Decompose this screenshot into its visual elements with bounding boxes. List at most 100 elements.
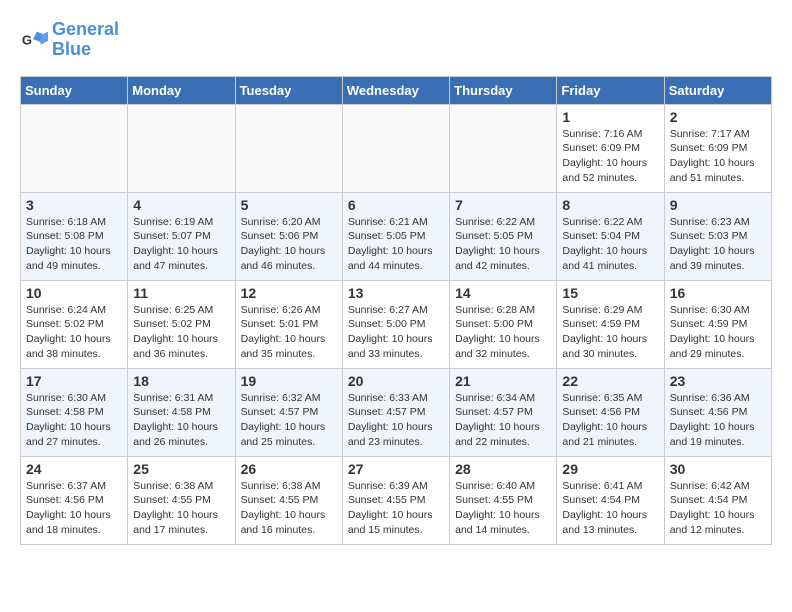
day-number: 10 <box>26 285 122 301</box>
day-info: Sunrise: 6:30 AM Sunset: 4:59 PM Dayligh… <box>670 303 766 362</box>
calendar-cell: 12 Sunrise: 6:26 AM Sunset: 5:01 PM Dayli… <box>235 280 342 368</box>
day-number: 4 <box>133 197 229 213</box>
day-number: 21 <box>455 373 551 389</box>
week-row-2: 3 Sunrise: 6:18 AM Sunset: 5:08 PM Daylig… <box>21 192 772 280</box>
day-number: 23 <box>670 373 766 389</box>
day-info: Sunrise: 6:34 AM Sunset: 4:57 PM Dayligh… <box>455 391 551 450</box>
calendar-cell: 5Sunrise: 6:20 AM Sunset: 5:06 PM Daylig… <box>235 192 342 280</box>
calendar-cell: 17 Sunrise: 6:30 AM Sunset: 4:58 PM Dayli… <box>21 368 128 456</box>
day-number: 15 <box>562 285 658 301</box>
day-number: 3 <box>26 197 122 213</box>
calendar-cell: 15 Sunrise: 6:29 AM Sunset: 4:59 PM Dayli… <box>557 280 664 368</box>
calendar-table: SundayMondayTuesdayWednesdayThursdayFrid… <box>20 76 772 545</box>
day-number: 7 <box>455 197 551 213</box>
day-info: Sunrise: 6:22 AM Sunset: 5:04 PM Dayligh… <box>562 215 658 274</box>
calendar-cell <box>21 104 128 192</box>
calendar-cell: 13 Sunrise: 6:27 AM Sunset: 5:00 PM Dayli… <box>342 280 449 368</box>
header-row: SundayMondayTuesdayWednesdayThursdayFrid… <box>21 76 772 104</box>
day-info: Sunrise: 6:38 AM Sunset: 4:55 PM Dayligh… <box>241 479 337 538</box>
day-number: 22 <box>562 373 658 389</box>
day-number: 13 <box>348 285 444 301</box>
calendar-cell: 8 Sunrise: 6:22 AM Sunset: 5:04 PM Daylig… <box>557 192 664 280</box>
calendar-cell: 9Sunrise: 6:23 AM Sunset: 5:03 PM Daylig… <box>664 192 771 280</box>
calendar-cell: 28 Sunrise: 6:40 AM Sunset: 4:55 PM Dayli… <box>450 456 557 544</box>
day-number: 14 <box>455 285 551 301</box>
day-number: 20 <box>348 373 444 389</box>
day-number: 8 <box>562 197 658 213</box>
day-info: Sunrise: 6:32 AM Sunset: 4:57 PM Dayligh… <box>241 391 337 450</box>
day-info: Sunrise: 7:17 AM Sunset: 6:09 PM Dayligh… <box>670 127 766 186</box>
calendar-cell <box>128 104 235 192</box>
day-number: 16 <box>670 285 766 301</box>
calendar-cell: 24 Sunrise: 6:37 AM Sunset: 4:56 PM Dayli… <box>21 456 128 544</box>
svg-text:G: G <box>22 32 32 47</box>
calendar-cell: 4 Sunrise: 6:19 AM Sunset: 5:07 PM Daylig… <box>128 192 235 280</box>
week-row-4: 17 Sunrise: 6:30 AM Sunset: 4:58 PM Dayli… <box>21 368 772 456</box>
logo-text: General Blue <box>52 20 119 60</box>
calendar-cell: 23Sunrise: 6:36 AM Sunset: 4:56 PM Dayli… <box>664 368 771 456</box>
calendar-cell: 27Sunrise: 6:39 AM Sunset: 4:55 PM Dayli… <box>342 456 449 544</box>
calendar-cell: 6 Sunrise: 6:21 AM Sunset: 5:05 PM Daylig… <box>342 192 449 280</box>
day-info: Sunrise: 6:30 AM Sunset: 4:58 PM Dayligh… <box>26 391 122 450</box>
day-info: Sunrise: 6:22 AM Sunset: 5:05 PM Dayligh… <box>455 215 551 274</box>
day-number: 28 <box>455 461 551 477</box>
calendar-cell <box>450 104 557 192</box>
day-number: 24 <box>26 461 122 477</box>
week-row-1: 1 Sunrise: 7:16 AM Sunset: 6:09 PM Daylig… <box>21 104 772 192</box>
calendar-cell: 20 Sunrise: 6:33 AM Sunset: 4:57 PM Dayli… <box>342 368 449 456</box>
week-row-5: 24 Sunrise: 6:37 AM Sunset: 4:56 PM Dayli… <box>21 456 772 544</box>
calendar-cell: 7 Sunrise: 6:22 AM Sunset: 5:05 PM Daylig… <box>450 192 557 280</box>
header-thursday: Thursday <box>450 76 557 104</box>
logo-icon: G <box>20 26 48 54</box>
day-info: Sunrise: 6:31 AM Sunset: 4:58 PM Dayligh… <box>133 391 229 450</box>
day-info: Sunrise: 6:28 AM Sunset: 5:00 PM Dayligh… <box>455 303 551 362</box>
calendar-cell: 25Sunrise: 6:38 AM Sunset: 4:55 PM Dayli… <box>128 456 235 544</box>
day-info: Sunrise: 6:24 AM Sunset: 5:02 PM Dayligh… <box>26 303 122 362</box>
day-info: Sunrise: 6:23 AM Sunset: 5:03 PM Dayligh… <box>670 215 766 274</box>
calendar-cell: 19 Sunrise: 6:32 AM Sunset: 4:57 PM Dayli… <box>235 368 342 456</box>
calendar-cell: 18 Sunrise: 6:31 AM Sunset: 4:58 PM Dayli… <box>128 368 235 456</box>
header-tuesday: Tuesday <box>235 76 342 104</box>
day-number: 11 <box>133 285 229 301</box>
day-info: Sunrise: 7:16 AM Sunset: 6:09 PM Dayligh… <box>562 127 658 186</box>
calendar-cell: 10 Sunrise: 6:24 AM Sunset: 5:02 PM Dayli… <box>21 280 128 368</box>
day-info: Sunrise: 6:29 AM Sunset: 4:59 PM Dayligh… <box>562 303 658 362</box>
calendar-cell <box>235 104 342 192</box>
week-row-3: 10 Sunrise: 6:24 AM Sunset: 5:02 PM Dayli… <box>21 280 772 368</box>
calendar-cell: 16 Sunrise: 6:30 AM Sunset: 4:59 PM Dayli… <box>664 280 771 368</box>
day-info: Sunrise: 6:37 AM Sunset: 4:56 PM Dayligh… <box>26 479 122 538</box>
calendar-cell: 2 Sunrise: 7:17 AM Sunset: 6:09 PM Daylig… <box>664 104 771 192</box>
day-info: Sunrise: 6:41 AM Sunset: 4:54 PM Dayligh… <box>562 479 658 538</box>
header-wednesday: Wednesday <box>342 76 449 104</box>
day-number: 12 <box>241 285 337 301</box>
header-sunday: Sunday <box>21 76 128 104</box>
header-saturday: Saturday <box>664 76 771 104</box>
day-info: Sunrise: 6:35 AM Sunset: 4:56 PM Dayligh… <box>562 391 658 450</box>
day-info: Sunrise: 6:27 AM Sunset: 5:00 PM Dayligh… <box>348 303 444 362</box>
calendar-cell: 3 Sunrise: 6:18 AM Sunset: 5:08 PM Daylig… <box>21 192 128 280</box>
day-info: Sunrise: 6:38 AM Sunset: 4:55 PM Dayligh… <box>133 479 229 538</box>
day-number: 6 <box>348 197 444 213</box>
calendar-cell: 14 Sunrise: 6:28 AM Sunset: 5:00 PM Dayli… <box>450 280 557 368</box>
day-number: 19 <box>241 373 337 389</box>
calendar-cell <box>342 104 449 192</box>
header-monday: Monday <box>128 76 235 104</box>
day-info: Sunrise: 6:42 AM Sunset: 4:54 PM Dayligh… <box>670 479 766 538</box>
day-info: Sunrise: 6:19 AM Sunset: 5:07 PM Dayligh… <box>133 215 229 274</box>
day-info: Sunrise: 6:40 AM Sunset: 4:55 PM Dayligh… <box>455 479 551 538</box>
day-info: Sunrise: 6:39 AM Sunset: 4:55 PM Dayligh… <box>348 479 444 538</box>
day-number: 29 <box>562 461 658 477</box>
day-info: Sunrise: 6:20 AM Sunset: 5:06 PM Dayligh… <box>241 215 337 274</box>
day-number: 30 <box>670 461 766 477</box>
day-info: Sunrise: 6:18 AM Sunset: 5:08 PM Dayligh… <box>26 215 122 274</box>
day-info: Sunrise: 6:26 AM Sunset: 5:01 PM Dayligh… <box>241 303 337 362</box>
day-number: 2 <box>670 109 766 125</box>
calendar-cell: 21 Sunrise: 6:34 AM Sunset: 4:57 PM Dayli… <box>450 368 557 456</box>
day-info: Sunrise: 6:21 AM Sunset: 5:05 PM Dayligh… <box>348 215 444 274</box>
day-number: 1 <box>562 109 658 125</box>
calendar-cell: 22 Sunrise: 6:35 AM Sunset: 4:56 PM Dayli… <box>557 368 664 456</box>
logo: G General Blue <box>20 20 119 60</box>
day-info: Sunrise: 6:33 AM Sunset: 4:57 PM Dayligh… <box>348 391 444 450</box>
day-number: 17 <box>26 373 122 389</box>
day-number: 18 <box>133 373 229 389</box>
